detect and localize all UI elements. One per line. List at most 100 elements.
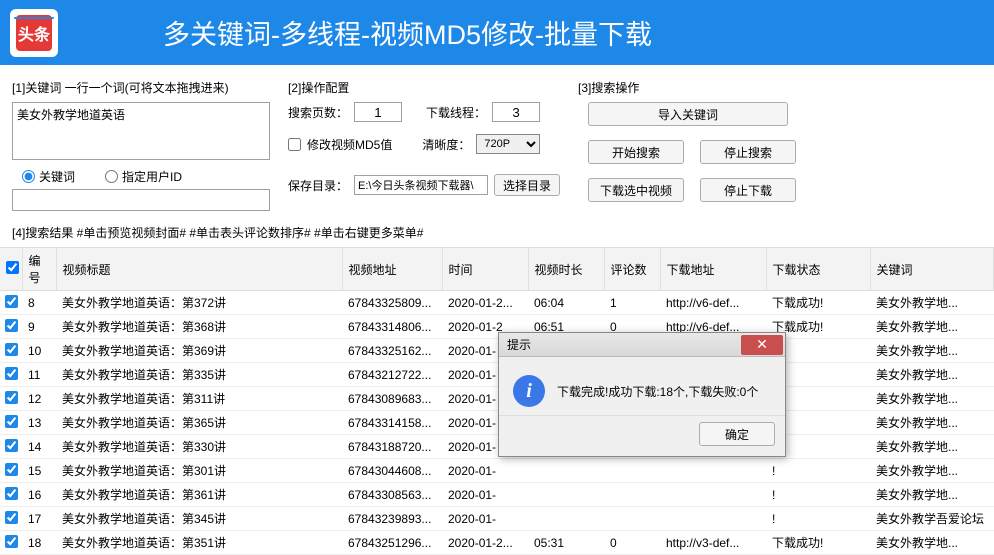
col-header[interactable]: 视频时长 bbox=[528, 248, 604, 291]
cell-no: 12 bbox=[22, 387, 56, 411]
table-row[interactable]: 18美女外教学地道英语：第351讲67843251296...2020-01-2… bbox=[0, 531, 994, 555]
import-keywords-button[interactable]: 导入关键词 bbox=[588, 102, 788, 126]
row-checkbox[interactable] bbox=[5, 415, 18, 428]
cell-no: 14 bbox=[22, 435, 56, 459]
table-row[interactable]: 12美女外教学地道英语：第311讲67843089683...2020-01-!… bbox=[0, 387, 994, 411]
row-checkbox[interactable] bbox=[5, 319, 18, 332]
cell-vurl: 67843325809... bbox=[342, 291, 442, 315]
dialog-ok-button[interactable]: 确定 bbox=[699, 422, 775, 446]
keywords-textarea[interactable]: 美女外教学地道英语 bbox=[12, 102, 270, 160]
results-table[interactable]: 编号视频标题视频地址时间视频时长评论数下载地址下载状态关键词 8美女外教学地道英… bbox=[0, 248, 994, 555]
md5-checkbox[interactable]: 修改视频MD5值 bbox=[288, 136, 392, 153]
pages-label: 搜索页数： bbox=[288, 104, 348, 121]
table-row[interactable]: 10美女外教学地道英语：第369讲67843325162...2020-01-!… bbox=[0, 339, 994, 363]
row-checkbox[interactable] bbox=[5, 295, 18, 308]
cell-vurl: 67843044608... bbox=[342, 459, 442, 483]
cell-stat: 下载成功! bbox=[766, 531, 870, 555]
table-row[interactable]: 13美女外教学地道英语：第365讲67843314158...2020-01-!… bbox=[0, 411, 994, 435]
table-row[interactable]: 14美女外教学地道英语：第330讲67843188720...2020-01-!… bbox=[0, 435, 994, 459]
cell-no: 13 bbox=[22, 411, 56, 435]
cell-kw: 美女外教学地... bbox=[870, 315, 994, 339]
col-header[interactable]: 编号 bbox=[22, 248, 56, 291]
cell-vurl: 67843314158... bbox=[342, 411, 442, 435]
options-label: [2]操作配置 bbox=[288, 79, 560, 96]
col-header[interactable]: 下载状态 bbox=[766, 248, 870, 291]
cell-durl: http://v6-def... bbox=[660, 291, 766, 315]
stop-download-button[interactable]: 停止下载 bbox=[700, 178, 796, 202]
clarity-select[interactable]: 720P bbox=[476, 134, 540, 154]
col-header[interactable]: 视频标题 bbox=[56, 248, 342, 291]
cell-title: 美女外教学地道英语：第311讲 bbox=[56, 387, 342, 411]
savepath-label: 保存目录： bbox=[288, 177, 348, 194]
row-checkbox[interactable] bbox=[5, 511, 18, 524]
row-checkbox[interactable] bbox=[5, 487, 18, 500]
cell-time: 2020-01- bbox=[442, 507, 528, 531]
config-panel: [1]关键词 一行一个词(可将文本拖拽进来) 美女外教学地道英语 关键词 指定用… bbox=[0, 65, 994, 224]
cell-kw: 美女外教学吾爱论坛 bbox=[870, 507, 994, 531]
table-row[interactable]: 16美女外教学地道英语：第361讲67843308563...2020-01-!… bbox=[0, 483, 994, 507]
col-header[interactable]: 视频地址 bbox=[342, 248, 442, 291]
info-dialog: 提示 ✕ i 下载完成!成功下载:18个,下载失败:0个 确定 bbox=[498, 332, 786, 457]
cell-cmt: 1 bbox=[604, 291, 660, 315]
table-row[interactable]: 17美女外教学地道英语：第345讲67843239893...2020-01-!… bbox=[0, 507, 994, 531]
cell-no: 17 bbox=[22, 507, 56, 531]
info-icon: i bbox=[513, 375, 545, 407]
dialog-close-button[interactable]: ✕ bbox=[741, 335, 783, 355]
download-selected-button[interactable]: 下载选中视频 bbox=[588, 178, 684, 202]
cell-no: 10 bbox=[22, 339, 56, 363]
row-checkbox[interactable] bbox=[5, 367, 18, 380]
col-header[interactable]: 下载地址 bbox=[660, 248, 766, 291]
cell-kw: 美女外教学地... bbox=[870, 387, 994, 411]
choose-dir-button[interactable]: 选择目录 bbox=[494, 174, 560, 196]
dialog-title: 提示 bbox=[507, 336, 531, 353]
row-checkbox[interactable] bbox=[5, 439, 18, 452]
row-checkbox[interactable] bbox=[5, 343, 18, 356]
savepath-input[interactable] bbox=[354, 175, 488, 195]
results-table-wrap: 编号视频标题视频地址时间视频时长评论数下载地址下载状态关键词 8美女外教学地道英… bbox=[0, 247, 994, 555]
col-checkbox[interactable] bbox=[0, 248, 22, 291]
cell-kw: 美女外教学地... bbox=[870, 531, 994, 555]
cell-cmt bbox=[604, 459, 660, 483]
options-section: [2]操作配置 搜索页数： 下载线程： 修改视频MD5值 清晰度： 720P 保… bbox=[288, 79, 560, 216]
title-banner: 头条 多关键词-多线程-视频MD5修改-批量下载 bbox=[0, 0, 994, 65]
actions-label: [3]搜索操作 bbox=[578, 79, 982, 96]
cell-title: 美女外教学地道英语：第365讲 bbox=[56, 411, 342, 435]
stop-search-button[interactable]: 停止搜索 bbox=[700, 140, 796, 164]
col-header[interactable]: 关键词 bbox=[870, 248, 994, 291]
cell-title: 美女外教学地道英语：第330讲 bbox=[56, 435, 342, 459]
cell-no: 15 bbox=[22, 459, 56, 483]
cell-vurl: 67843308563... bbox=[342, 483, 442, 507]
cell-stat: ! bbox=[766, 459, 870, 483]
col-header[interactable]: 时间 bbox=[442, 248, 528, 291]
cell-kw: 美女外教学地... bbox=[870, 435, 994, 459]
start-search-button[interactable]: 开始搜索 bbox=[588, 140, 684, 164]
col-header[interactable]: 评论数 bbox=[604, 248, 660, 291]
pages-input[interactable] bbox=[354, 102, 402, 122]
row-checkbox[interactable] bbox=[5, 391, 18, 404]
dialog-message: 下载完成!成功下载:18个,下载失败:0个 bbox=[557, 383, 758, 400]
cell-stat: ! bbox=[766, 507, 870, 531]
radio-userid[interactable]: 指定用户ID bbox=[105, 168, 182, 185]
results-hint: [4]搜索结果 #单击预览视频封面# #单击表头评论数排序# #单击右键更多菜单… bbox=[0, 224, 994, 247]
cell-cmt bbox=[604, 483, 660, 507]
table-row[interactable]: 15美女外教学地道英语：第301讲67843044608...2020-01-!… bbox=[0, 459, 994, 483]
threads-label: 下载线程： bbox=[426, 104, 486, 121]
radio-keyword[interactable]: 关键词 bbox=[22, 168, 75, 185]
table-row[interactable]: 9美女外教学地道英语：第368讲67843314806...2020-01-20… bbox=[0, 315, 994, 339]
table-row[interactable]: 8美女外教学地道英语：第372讲67843325809...2020-01-2.… bbox=[0, 291, 994, 315]
cell-dur: 05:31 bbox=[528, 531, 604, 555]
row-checkbox[interactable] bbox=[5, 463, 18, 476]
cell-title: 美女外教学地道英语：第361讲 bbox=[56, 483, 342, 507]
cell-no: 18 bbox=[22, 531, 56, 555]
cell-dur bbox=[528, 459, 604, 483]
table-row[interactable]: 11美女外教学地道英语：第335讲67843212722...2020-01-!… bbox=[0, 363, 994, 387]
threads-input[interactable] bbox=[492, 102, 540, 122]
cell-durl bbox=[660, 459, 766, 483]
cell-time: 2020-01- bbox=[442, 483, 528, 507]
row-checkbox[interactable] bbox=[5, 535, 18, 548]
id-input[interactable] bbox=[12, 189, 270, 211]
cell-kw: 美女外教学地... bbox=[870, 363, 994, 387]
keywords-section: [1]关键词 一行一个词(可将文本拖拽进来) 美女外教学地道英语 关键词 指定用… bbox=[12, 79, 270, 216]
cell-title: 美女外教学地道英语：第335讲 bbox=[56, 363, 342, 387]
logo-text: 头条 bbox=[16, 15, 52, 51]
